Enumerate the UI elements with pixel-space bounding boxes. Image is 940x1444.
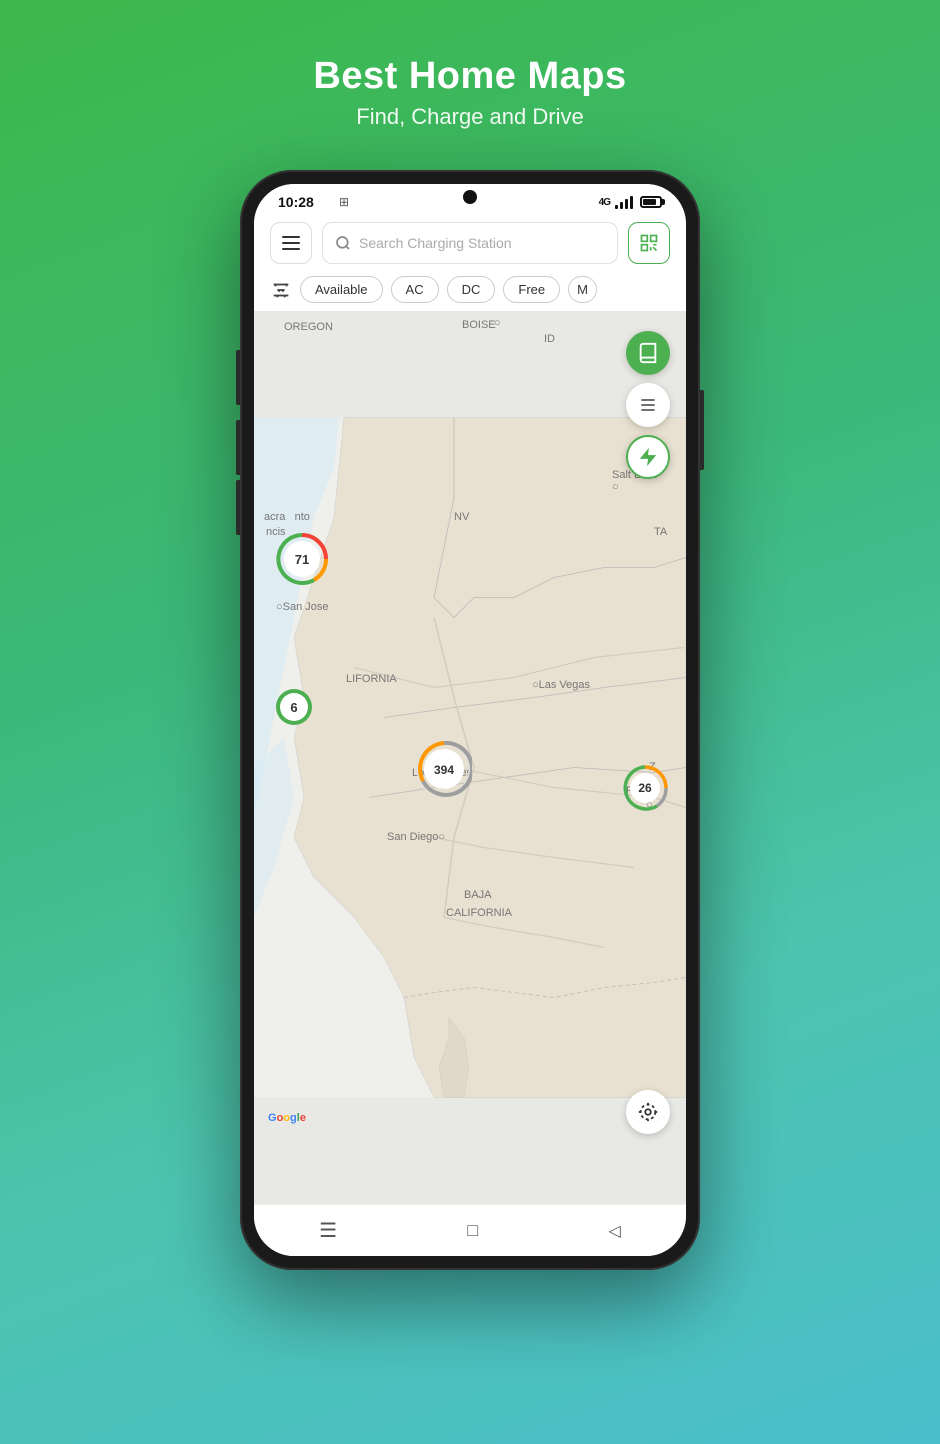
qr-icon <box>639 233 659 253</box>
status-time: 10:28 <box>278 194 314 210</box>
filter-ac[interactable]: AC <box>391 276 439 303</box>
battery-icon <box>640 196 662 208</box>
filter-icon <box>270 279 292 301</box>
camera-notch <box>463 190 477 204</box>
charge-button[interactable] <box>626 435 670 479</box>
label-california: LIFORNIA <box>346 673 397 685</box>
label-san-diego: San Diego○ <box>387 831 445 843</box>
status-icons: 4G <box>599 195 662 209</box>
nav-back-button[interactable]: ◁ <box>609 1221 621 1241</box>
list-view-button[interactable] <box>626 383 670 427</box>
search-icon <box>335 235 351 251</box>
location-icon <box>637 1101 659 1123</box>
label-boise-dot: ○ <box>494 317 501 329</box>
svg-text:71: 71 <box>295 552 309 567</box>
label-baja: BAJA <box>464 889 492 901</box>
search-placeholder: Search Charging Station <box>359 235 605 251</box>
cluster-marker-394[interactable]: 394 <box>416 741 472 797</box>
signal-bars <box>615 195 633 209</box>
cluster-marker-6[interactable]: 6 <box>274 687 314 727</box>
label-san-jose: ○San Jose <box>276 601 329 613</box>
label-nv: NV <box>454 511 469 523</box>
svg-text:6: 6 <box>290 700 297 715</box>
battery-fill <box>643 199 656 205</box>
label-id: ID <box>544 333 555 345</box>
filter-dc[interactable]: DC <box>447 276 496 303</box>
filter-available[interactable]: Available <box>300 276 383 303</box>
status-bar: 10:28 ⊞ 4G <box>254 184 686 216</box>
bottom-nav: ☰ □ ◁ <box>254 1204 686 1256</box>
map-book-icon <box>637 342 659 364</box>
signal-bar-1 <box>615 205 618 209</box>
qr-button[interactable] <box>628 222 670 264</box>
label-sacramento: acramnto <box>264 511 310 523</box>
map-view-button[interactable] <box>626 331 670 375</box>
lightning-icon <box>637 446 659 468</box>
svg-text:26: 26 <box>638 781 652 795</box>
search-area: Search Charging Station <box>254 216 686 272</box>
svg-text:394: 394 <box>434 763 454 777</box>
label-oregon: OREGON <box>284 321 333 333</box>
nav-home-button[interactable]: □ <box>467 1220 478 1241</box>
app-title: Best Home Maps <box>313 55 626 98</box>
list-icon <box>638 395 658 415</box>
google-watermark: Google <box>268 1112 306 1124</box>
hamburger-icon <box>282 236 300 250</box>
cluster-marker-71[interactable]: 71 <box>276 533 328 585</box>
phone-screen: 10:28 ⊞ 4G <box>254 184 686 1256</box>
map-actions <box>626 331 670 479</box>
label-boise: BOISE <box>462 319 496 331</box>
label-las-vegas: ○Las Vegas <box>532 679 590 691</box>
search-box[interactable]: Search Charging Station <box>322 222 618 264</box>
signal-bar-4 <box>630 196 633 209</box>
nav-hamburger-button[interactable]: ☰ <box>319 1218 337 1243</box>
location-button[interactable] <box>626 1090 670 1134</box>
phone-frame: 10:28 ⊞ 4G <box>240 170 700 1270</box>
app-header: Best Home Maps Find, Charge and Drive <box>313 0 626 160</box>
app-subtitle: Find, Charge and Drive <box>313 104 626 130</box>
signal-bar-3 <box>625 199 628 209</box>
filter-more[interactable]: M <box>568 276 597 303</box>
cluster-marker-26[interactable]: 26 <box>622 765 668 811</box>
label-ta: TA <box>654 526 667 538</box>
map-area[interactable]: OREGON BOISE ○ ID Salt Lake ○ TA NV acra… <box>254 311 686 1204</box>
filter-free[interactable]: Free <box>503 276 560 303</box>
label-salt-lake-dot: ○ <box>612 481 619 493</box>
filter-bar: Available AC DC Free M <box>254 272 686 311</box>
teams-icon: ⊞ <box>339 195 349 209</box>
label-baja-california: CALIFORNIA <box>446 907 512 919</box>
signal-4g-icon: 4G <box>599 197 610 208</box>
signal-bar-2 <box>620 202 623 209</box>
menu-button[interactable] <box>270 222 312 264</box>
